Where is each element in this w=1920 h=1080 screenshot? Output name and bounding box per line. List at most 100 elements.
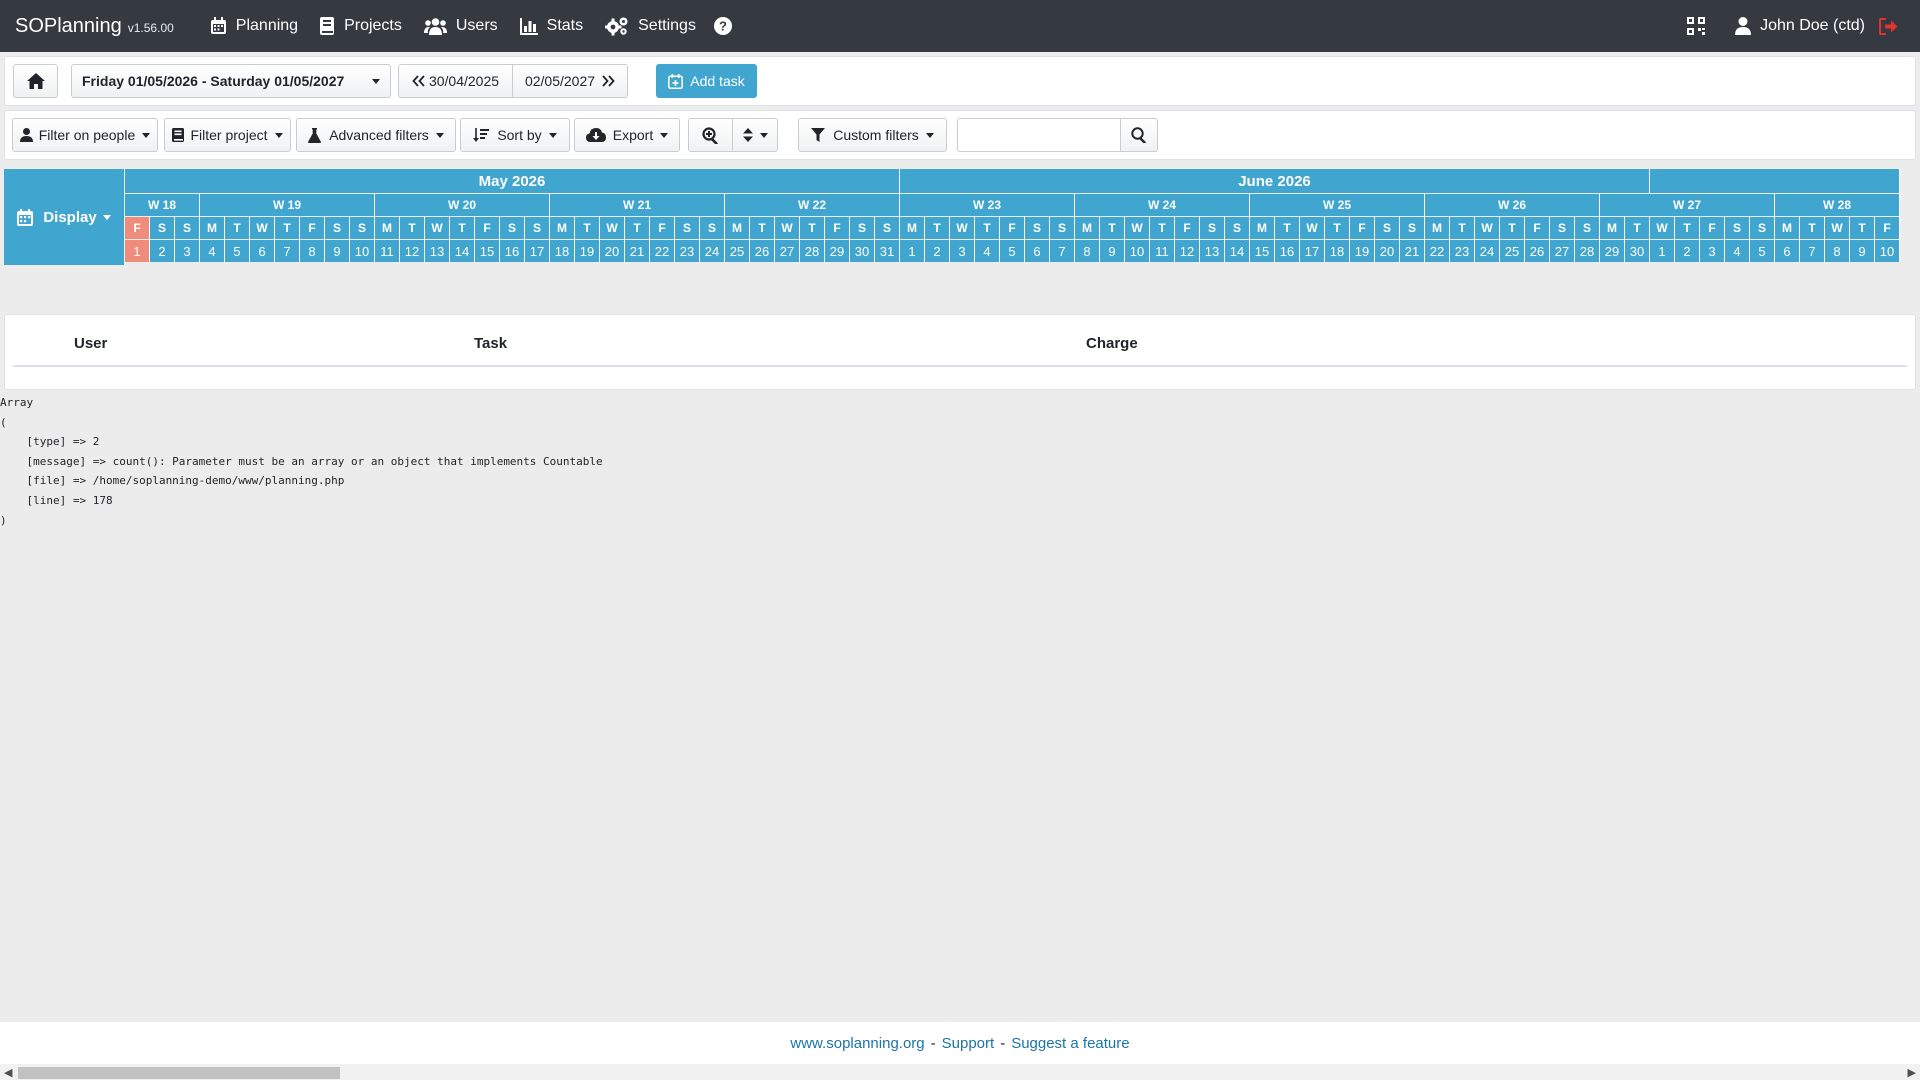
nav-users-label[interactable]: Users bbox=[456, 17, 498, 35]
next-period-button[interactable]: 02/05/2027 bbox=[512, 64, 628, 98]
day-cell: 24 bbox=[700, 240, 725, 262]
nav-planning-label[interactable]: Planning bbox=[236, 17, 298, 35]
help-button[interactable]: ? bbox=[713, 17, 741, 35]
weekday-cell: T bbox=[1800, 217, 1825, 239]
week-header: W 25 bbox=[1250, 194, 1425, 216]
day-cell: 12 bbox=[1175, 240, 1200, 262]
nav-settings-label[interactable]: Settings bbox=[638, 17, 696, 35]
day-cell: 3 bbox=[175, 240, 200, 262]
date-range-select[interactable]: Friday 01/05/2026 - Saturday 01/05/2027 bbox=[71, 64, 391, 98]
day-cell: 27 bbox=[1550, 240, 1575, 262]
filter-icon bbox=[811, 128, 826, 142]
task-table: User Task Charge bbox=[4, 314, 1916, 390]
weekday-cell: T bbox=[975, 217, 1000, 239]
weekday-cell: W bbox=[250, 217, 275, 239]
weekday-cell: S bbox=[1050, 217, 1075, 239]
advanced-filters-button[interactable]: Advanced filters bbox=[296, 118, 456, 152]
month-header: June 2026 bbox=[900, 169, 1650, 193]
filter-project-button[interactable]: Filter project bbox=[164, 118, 291, 152]
column-header-charge[interactable]: Charge bbox=[1086, 335, 1138, 352]
double-chevron-left-icon bbox=[412, 75, 425, 87]
prev-period-button[interactable]: 30/04/2025 bbox=[398, 64, 513, 98]
chevron-down-icon bbox=[372, 78, 380, 84]
weekday-cell: S bbox=[325, 217, 350, 239]
weekday-cell: S bbox=[875, 217, 900, 239]
day-cell: 26 bbox=[1525, 240, 1550, 262]
nav-projects-label[interactable]: Projects bbox=[344, 17, 402, 35]
day-cell: 7 bbox=[1800, 240, 1825, 262]
footer-support-link[interactable]: Support bbox=[942, 1035, 995, 1052]
scroll-right-icon[interactable]: ▶ bbox=[1908, 1066, 1916, 1079]
next-date-label: 02/05/2027 bbox=[524, 73, 596, 89]
column-header-user[interactable]: User bbox=[74, 335, 107, 352]
brand[interactable]: SOPlanning v1.56.00 bbox=[15, 15, 174, 38]
user-name[interactable]: John Doe (ctd) bbox=[1760, 17, 1865, 35]
week-header: W 18 bbox=[125, 194, 200, 216]
custom-filters-button[interactable]: Custom filters bbox=[798, 118, 947, 152]
sort-by-button[interactable]: Sort by bbox=[460, 118, 570, 152]
zoom-button[interactable] bbox=[688, 118, 733, 152]
nav-users[interactable]: Users bbox=[423, 17, 498, 35]
footer-suggest-link[interactable]: Suggest a feature bbox=[1011, 1035, 1129, 1052]
day-cell: 16 bbox=[1275, 240, 1300, 262]
chevron-down-icon bbox=[274, 132, 283, 138]
footer-separator: - bbox=[1000, 1034, 1006, 1052]
column-header-task[interactable]: Task bbox=[474, 335, 507, 352]
weekday-cell: F bbox=[825, 217, 850, 239]
home-icon bbox=[26, 73, 45, 89]
logout-icon[interactable] bbox=[1879, 17, 1898, 35]
footer: www.soplanning.org - Support - Suggest a… bbox=[0, 1022, 1920, 1064]
weekday-cell: S bbox=[850, 217, 875, 239]
custom-filters-label: Custom filters bbox=[833, 127, 919, 143]
version-label: v1.56.00 bbox=[127, 20, 174, 35]
nav-settings[interactable]: Settings bbox=[605, 16, 696, 36]
weekday-cell: T bbox=[1450, 217, 1475, 239]
brand-name[interactable]: SOPlanning bbox=[15, 15, 122, 38]
week-header: W 27 bbox=[1600, 194, 1775, 216]
weekday-cell: M bbox=[200, 217, 225, 239]
weekday-cell: S bbox=[500, 217, 525, 239]
qrcode-icon[interactable] bbox=[1687, 17, 1706, 35]
horizontal-scrollbar[interactable]: ◀ ▶ bbox=[0, 1064, 1920, 1080]
nav-planning[interactable]: Planning bbox=[210, 17, 298, 35]
nav-stats[interactable]: Stats bbox=[519, 17, 583, 35]
weekday-cell: F bbox=[475, 217, 500, 239]
debug-output: Array ( [type] => 2 [message] => count()… bbox=[0, 396, 603, 527]
add-task-button[interactable]: Add task bbox=[656, 64, 757, 98]
weekday-cell: M bbox=[1425, 217, 1450, 239]
add-task-label: Add task bbox=[690, 73, 745, 89]
home-button[interactable] bbox=[13, 64, 58, 98]
weekday-cell: W bbox=[1300, 217, 1325, 239]
calendar-icon bbox=[17, 208, 34, 226]
svg-text:?: ? bbox=[719, 19, 727, 34]
weekday-cell: F bbox=[1875, 217, 1900, 239]
day-cell: 28 bbox=[800, 240, 825, 262]
row-height-button[interactable] bbox=[732, 118, 778, 152]
weekday-cell: W bbox=[1650, 217, 1675, 239]
scroll-left-icon[interactable]: ◀ bbox=[4, 1066, 12, 1079]
day-cell: 9 bbox=[325, 240, 350, 262]
day-cell: 3 bbox=[950, 240, 975, 262]
export-button[interactable]: Export bbox=[574, 118, 680, 152]
filter-people-button[interactable]: Filter on people bbox=[12, 118, 158, 152]
scrollbar-thumb[interactable] bbox=[18, 1067, 340, 1079]
nav-stats-label[interactable]: Stats bbox=[547, 17, 583, 35]
chevron-down-icon bbox=[925, 132, 934, 138]
display-menu-button[interactable]: Display bbox=[4, 169, 124, 265]
day-cell: 16 bbox=[500, 240, 525, 262]
user-menu[interactable]: John Doe (ctd) bbox=[1735, 17, 1865, 35]
chart-icon bbox=[519, 17, 538, 35]
day-cell: 1 bbox=[125, 240, 150, 262]
weekday-cell: W bbox=[600, 217, 625, 239]
footer-site-link[interactable]: www.soplanning.org bbox=[790, 1035, 924, 1052]
chevron-down-icon bbox=[102, 214, 111, 220]
search-input[interactable] bbox=[957, 118, 1123, 152]
weekday-cell: T bbox=[400, 217, 425, 239]
nav-projects[interactable]: Projects bbox=[320, 17, 402, 35]
weekday-cell: T bbox=[1150, 217, 1175, 239]
weekday-cell: F bbox=[300, 217, 325, 239]
weekday-cell: S bbox=[150, 217, 175, 239]
day-cell: 14 bbox=[1225, 240, 1250, 262]
day-cell: 25 bbox=[725, 240, 750, 262]
search-button[interactable] bbox=[1120, 118, 1158, 152]
